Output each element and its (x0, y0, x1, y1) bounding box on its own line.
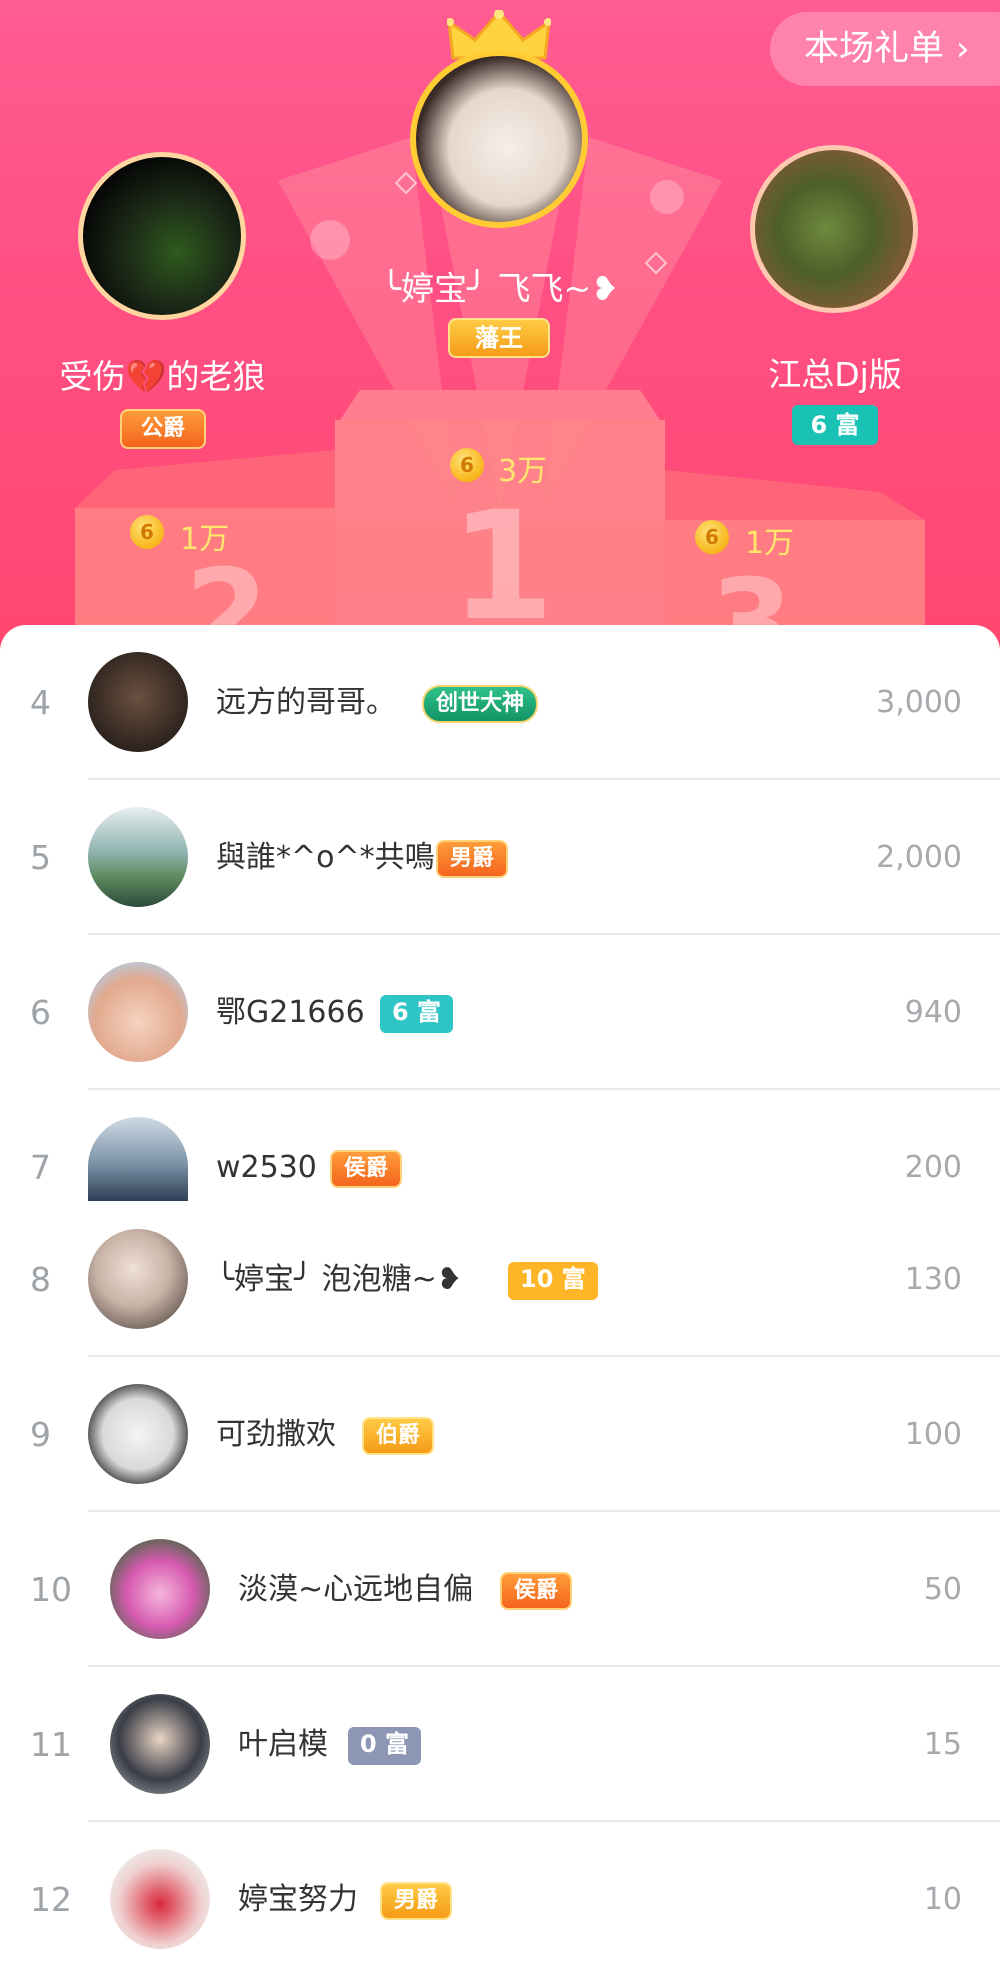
rank-number: 10 (30, 1570, 72, 1609)
rank-3-coins: 1万 (745, 526, 795, 561)
rank-1-coins: 3万 (498, 454, 548, 489)
title-badge: 男爵 (380, 1882, 453, 1920)
avatar-rank-3[interactable] (750, 145, 918, 313)
gift-list-label: 本场礼单 (804, 29, 945, 69)
gift-score: 3,000 (876, 685, 962, 720)
title-badge: 伯爵 (362, 1417, 435, 1455)
rank-2-coins: 1万 (180, 522, 230, 557)
coin-icon: 6 (130, 515, 164, 549)
coin-icon: 6 (695, 520, 729, 554)
title-badge: 侯爵 (330, 1150, 403, 1188)
avatar[interactable] (88, 807, 188, 907)
rank-1-name: ╰婷宝╯ 飞飞~❥ (381, 269, 619, 308)
list-item[interactable]: 12 婷宝努力 男爵 10 (0, 1822, 1000, 1977)
avatar-rank-2[interactable] (78, 152, 246, 320)
wealth-badge: 10 富 (508, 1262, 598, 1300)
wealth-badge: 6 富 (380, 995, 454, 1033)
avatar[interactable] (110, 1849, 210, 1949)
avatar[interactable] (88, 1117, 188, 1201)
gift-score: 130 (904, 1262, 962, 1297)
gift-score: 10 (923, 1882, 962, 1917)
wealth-badge: 0 富 (348, 1727, 422, 1765)
user-name: 可劲撒欢 (216, 1417, 336, 1452)
podium-header: 本场礼单 › ╰婷宝╯ 飞飞~❥ 受伤💔的老狼 江总Dj版 藩王 公爵 6 富 1… (0, 0, 1000, 660)
user-name: 與誰*^o^*共鳴 (216, 840, 435, 875)
gift-score: 15 (923, 1727, 962, 1762)
avatar[interactable] (88, 652, 188, 752)
gift-score: 2,000 (876, 840, 962, 875)
list-item[interactable]: 9 可劲撒欢 伯爵 100 (0, 1357, 1000, 1512)
gift-list-button[interactable]: 本场礼单 › (770, 12, 1000, 86)
avatar[interactable] (110, 1539, 210, 1639)
user-name: 远方的哥哥。 (216, 685, 396, 720)
user-name: 婷宝努力 (238, 1882, 358, 1917)
rank-number: 11 (30, 1725, 72, 1764)
avatar[interactable] (110, 1694, 210, 1794)
list-item[interactable]: 7 w2530 侯爵 200 (0, 1090, 1000, 1202)
user-name: 淡漠~心远地自偏 (238, 1572, 474, 1607)
coin-icon: 6 (450, 448, 484, 482)
chevron-right-icon: › (956, 29, 970, 69)
gift-score: 100 (904, 1417, 962, 1452)
avatar[interactable] (88, 1229, 188, 1329)
avatar[interactable] (88, 1384, 188, 1484)
list-item[interactable]: 5 與誰*^o^*共鳴 男爵 2,000 (0, 780, 1000, 935)
list-item[interactable]: 11 叶启模 0 富 15 (0, 1667, 1000, 1822)
ranking-list: 4 远方的哥哥。 创世大神 3,000 5 與誰*^o^*共鳴 男爵 2,000… (0, 625, 1000, 1970)
user-name: ╰婷宝╯ 泡泡糖~❥ (216, 1262, 462, 1297)
rank-number: 12 (30, 1880, 72, 1919)
gift-score: 940 (904, 995, 962, 1030)
title-badge: 男爵 (436, 840, 509, 878)
list-item[interactable]: 10 淡漠~心远地自偏 侯爵 50 (0, 1512, 1000, 1667)
list-item[interactable]: 8 ╰婷宝╯ 泡泡糖~❥ 10 富 130 (0, 1202, 1000, 1357)
avatar-rank-1[interactable] (410, 50, 588, 228)
gift-score: 50 (923, 1572, 962, 1607)
user-name: 叶启模 (238, 1727, 328, 1762)
title-badge: 创世大神 (422, 685, 539, 723)
avatar[interactable] (88, 962, 188, 1062)
rank-1-title-badge: 藩王 (448, 318, 550, 358)
list-item[interactable]: 4 远方的哥哥。 创世大神 3,000 (0, 625, 1000, 780)
list-item[interactable]: 6 鄂G21666 6 富 940 (0, 935, 1000, 1090)
decor-bubble (650, 180, 684, 214)
decor-bubble (310, 220, 350, 260)
title-badge: 侯爵 (500, 1572, 573, 1610)
user-name: 鄂G21666 (216, 995, 365, 1030)
